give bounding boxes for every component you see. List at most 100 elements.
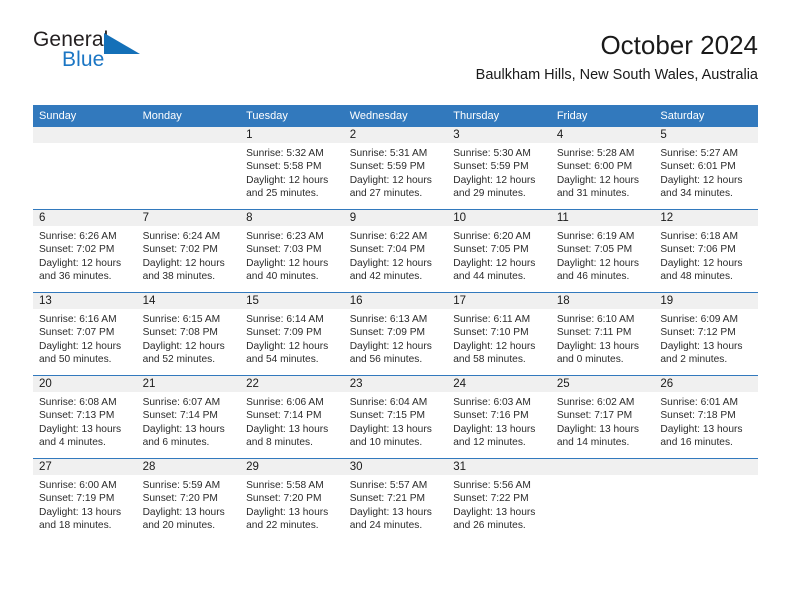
daylight-text-line1: Daylight: 13 hours xyxy=(556,340,639,352)
sunset-text: Sunset: 7:19 PM xyxy=(39,493,115,505)
daycell: 8 Sunrise: 6:23 AM Sunset: 7:03 PM Daylight… xyxy=(240,210,344,292)
daylight-text-line2: and 40 minutes. xyxy=(246,271,319,283)
weekday-header-wednesday: Wednesday xyxy=(343,105,448,127)
calendar-day-cell[interactable] xyxy=(136,127,241,210)
calendar-day-cell[interactable]: 1 Sunrise: 5:32 AM Sunset: 5:58 PM Daylight… xyxy=(240,127,344,210)
calendar-day-cell[interactable]: 26 Sunrise: 6:01 AM Sunset: 7:18 PM Dayligh… xyxy=(654,375,758,459)
day-info: Sunrise: 6:16 AM Sunset: 7:07 PM Daylight:… xyxy=(33,309,137,367)
daylight-text-line1: Daylight: 12 hours xyxy=(349,340,432,352)
daycell: 9 Sunrise: 6:22 AM Sunset: 7:04 PM Daylight… xyxy=(343,210,448,292)
calendar-day-cell[interactable]: 9 Sunrise: 6:22 AM Sunset: 7:04 PM Daylight… xyxy=(343,209,448,293)
day-number: 29 xyxy=(240,459,344,475)
calendar-day-cell[interactable]: 11 Sunrise: 6:19 AM Sunset: 7:05 PM Dayligh… xyxy=(550,209,655,293)
sunrise-text: Sunrise: 6:22 AM xyxy=(349,231,428,242)
day-info: Sunrise: 5:27 AM Sunset: 6:01 PM Daylight:… xyxy=(654,143,758,201)
calendar-day-cell[interactable]: 24 Sunrise: 6:03 AM Sunset: 7:16 PM Dayligh… xyxy=(447,375,551,459)
sunrise-text: Sunrise: 5:28 AM xyxy=(556,148,635,159)
day-info: Sunrise: 6:07 AM Sunset: 7:14 PM Daylight:… xyxy=(137,392,241,450)
calendar-day-cell[interactable]: 2 Sunrise: 5:31 AM Sunset: 5:59 PM Daylight… xyxy=(343,127,448,210)
calendar-day-cell[interactable] xyxy=(33,127,137,210)
calendar-day-cell[interactable]: 6 Sunrise: 6:26 AM Sunset: 7:02 PM Daylight… xyxy=(33,209,137,293)
day-info: Sunrise: 5:59 AM Sunset: 7:20 PM Daylight:… xyxy=(137,475,241,533)
calendar-day-cell[interactable] xyxy=(654,459,758,542)
sunset-text: Sunset: 6:01 PM xyxy=(660,161,736,173)
page-subtitle-location: Baulkham Hills, New South Wales, Austral… xyxy=(475,67,758,83)
sunset-text: Sunset: 7:22 PM xyxy=(453,493,529,505)
calendar-body: 1 Sunrise: 5:32 AM Sunset: 5:58 PM Daylight… xyxy=(33,127,758,541)
calendar-day-cell[interactable]: 15 Sunrise: 6:14 AM Sunset: 7:09 PM Dayligh… xyxy=(240,292,344,376)
sunset-text: Sunset: 7:05 PM xyxy=(556,244,633,256)
calendar-day-cell[interactable]: 22 Sunrise: 6:06 AM Sunset: 7:14 PM Dayligh… xyxy=(240,375,344,459)
calendar-day-cell[interactable]: 23 Sunrise: 6:04 AM Sunset: 7:15 PM Dayligh… xyxy=(343,375,448,459)
day-info: Sunrise: 6:08 AM Sunset: 7:13 PM Daylight:… xyxy=(33,392,137,450)
calendar-day-cell[interactable]: 20 Sunrise: 6:08 AM Sunset: 7:13 PM Dayligh… xyxy=(33,375,137,459)
calendar-day-cell[interactable]: 28 Sunrise: 5:59 AM Sunset: 7:20 PM Dayligh… xyxy=(136,459,241,542)
calendar-day-cell[interactable] xyxy=(550,459,655,542)
daycell: 21 Sunrise: 6:07 AM Sunset: 7:14 PM Dayligh… xyxy=(136,376,241,458)
calendar-day-cell[interactable]: 21 Sunrise: 6:07 AM Sunset: 7:14 PM Dayligh… xyxy=(136,375,241,459)
general-blue-logo[interactable]: General Blue xyxy=(33,28,213,80)
sunrise-text: Sunrise: 6:00 AM xyxy=(39,480,117,491)
day-number: 7 xyxy=(136,210,241,226)
daylight-text-line2: and 24 minutes. xyxy=(349,520,423,532)
day-number xyxy=(550,459,655,475)
sunrise-text: Sunrise: 6:14 AM xyxy=(246,314,324,325)
sunrise-text: Sunrise: 5:58 AM xyxy=(246,480,324,491)
calendar-day-cell[interactable]: 25 Sunrise: 6:02 AM Sunset: 7:17 PM Dayligh… xyxy=(550,375,655,459)
daylight-text-line1: Daylight: 12 hours xyxy=(660,174,743,186)
sunrise-text: Sunrise: 5:32 AM xyxy=(246,148,324,159)
calendar-header-row-group: Sunday Monday Tuesday Wednesday Thursday… xyxy=(33,105,758,127)
weekday-header-row: Sunday Monday Tuesday Wednesday Thursday… xyxy=(33,105,758,127)
sunset-text: Sunset: 7:16 PM xyxy=(453,410,529,422)
daycell: 23 Sunrise: 6:04 AM Sunset: 7:15 PM Dayligh… xyxy=(343,376,448,458)
sunrise-text: Sunrise: 5:59 AM xyxy=(142,480,221,491)
sunset-text: Sunset: 7:02 PM xyxy=(39,244,115,256)
calendar-day-cell[interactable]: 30 Sunrise: 5:57 AM Sunset: 7:21 PM Dayligh… xyxy=(343,459,448,542)
daycell: 30 Sunrise: 5:57 AM Sunset: 7:21 PM Dayligh… xyxy=(343,459,448,541)
calendar-day-cell[interactable]: 12 Sunrise: 6:18 AM Sunset: 7:06 PM Dayligh… xyxy=(654,209,758,293)
calendar-day-cell[interactable]: 3 Sunrise: 5:30 AM Sunset: 5:59 PM Daylight… xyxy=(447,127,551,210)
daylight-text-line2: and 50 minutes. xyxy=(39,354,112,366)
daylight-text-line2: and 22 minutes. xyxy=(246,520,319,532)
daylight-text-line2: and 16 minutes. xyxy=(660,437,733,449)
calendar-day-cell[interactable]: 16 Sunrise: 6:13 AM Sunset: 7:09 PM Dayligh… xyxy=(343,292,448,376)
sunrise-text: Sunrise: 6:19 AM xyxy=(556,231,635,242)
sunset-text: Sunset: 5:59 PM xyxy=(453,161,529,173)
day-number xyxy=(33,127,137,143)
calendar-day-cell[interactable]: 7 Sunrise: 6:24 AM Sunset: 7:02 PM Daylight… xyxy=(136,209,241,293)
day-info: Sunrise: 6:23 AM Sunset: 7:03 PM Daylight:… xyxy=(240,226,344,284)
day-info: Sunrise: 5:58 AM Sunset: 7:20 PM Daylight:… xyxy=(240,475,344,533)
calendar-day-cell[interactable]: 14 Sunrise: 6:15 AM Sunset: 7:08 PM Dayligh… xyxy=(136,292,241,376)
daylight-text-line1: Daylight: 13 hours xyxy=(142,506,225,518)
calendar-day-cell[interactable]: 4 Sunrise: 5:28 AM Sunset: 6:00 PM Daylight… xyxy=(550,127,655,210)
calendar-day-cell[interactable]: 27 Sunrise: 6:00 AM Sunset: 7:19 PM Dayligh… xyxy=(33,459,137,542)
day-info: Sunrise: 6:00 AM Sunset: 7:19 PM Daylight:… xyxy=(33,475,137,533)
sunrise-text: Sunrise: 6:20 AM xyxy=(453,231,531,242)
daylight-text-line2: and 44 minutes. xyxy=(453,271,526,283)
sunset-text: Sunset: 7:13 PM xyxy=(39,410,115,422)
calendar-week-row: 27 Sunrise: 6:00 AM Sunset: 7:19 PM Dayligh… xyxy=(33,459,758,542)
weekday-header-tuesday: Tuesday xyxy=(240,105,344,127)
day-number: 31 xyxy=(447,459,551,475)
daylight-text-line1: Daylight: 13 hours xyxy=(349,423,432,435)
calendar-day-cell[interactable]: 17 Sunrise: 6:11 AM Sunset: 7:10 PM Dayligh… xyxy=(447,292,551,376)
sunset-text: Sunset: 7:11 PM xyxy=(556,327,632,339)
daylight-text-line2: and 31 minutes. xyxy=(556,188,630,200)
day-info: Sunrise: 6:09 AM Sunset: 7:12 PM Daylight:… xyxy=(654,309,758,367)
daycell: 17 Sunrise: 6:11 AM Sunset: 7:10 PM Dayligh… xyxy=(447,293,551,375)
calendar-day-cell[interactable]: 19 Sunrise: 6:09 AM Sunset: 7:12 PM Dayligh… xyxy=(654,292,758,376)
calendar-day-cell[interactable]: 13 Sunrise: 6:16 AM Sunset: 7:07 PM Dayligh… xyxy=(33,292,137,376)
calendar-day-cell[interactable]: 29 Sunrise: 5:58 AM Sunset: 7:20 PM Dayligh… xyxy=(240,459,344,542)
calendar-day-cell[interactable]: 31 Sunrise: 5:56 AM Sunset: 7:22 PM Dayligh… xyxy=(447,459,551,542)
sunrise-text: Sunrise: 6:10 AM xyxy=(556,314,635,325)
sunrise-text: Sunrise: 6:26 AM xyxy=(39,231,117,242)
calendar-day-cell[interactable]: 10 Sunrise: 6:20 AM Sunset: 7:05 PM Dayligh… xyxy=(447,209,551,293)
sunrise-text: Sunrise: 6:03 AM xyxy=(453,397,531,408)
daylight-text-line1: Daylight: 12 hours xyxy=(142,340,225,352)
sunset-text: Sunset: 5:59 PM xyxy=(349,161,426,173)
calendar-day-cell[interactable]: 5 Sunrise: 5:27 AM Sunset: 6:01 PM Daylight… xyxy=(654,127,758,210)
sunset-text: Sunset: 5:58 PM xyxy=(246,161,322,173)
calendar-day-cell[interactable]: 8 Sunrise: 6:23 AM Sunset: 7:03 PM Daylight… xyxy=(240,209,344,293)
daycell: 2 Sunrise: 5:31 AM Sunset: 5:59 PM Daylight… xyxy=(343,127,448,209)
calendar-day-cell[interactable]: 18 Sunrise: 6:10 AM Sunset: 7:11 PM Dayligh… xyxy=(550,292,655,376)
